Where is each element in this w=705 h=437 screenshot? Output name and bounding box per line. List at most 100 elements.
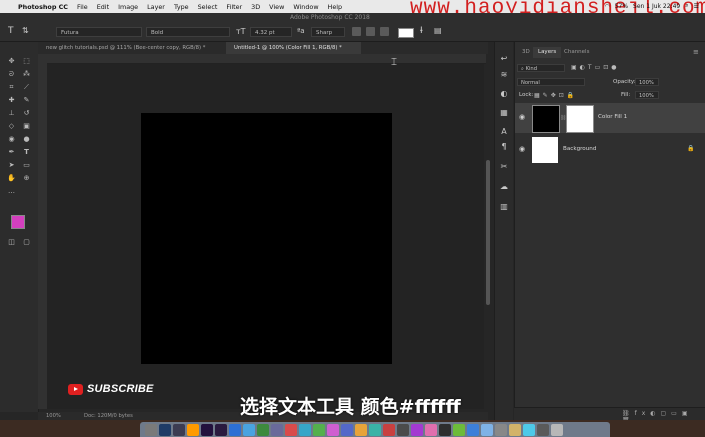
illustrator-icon[interactable] [187, 424, 199, 436]
crop-tool-icon[interactable]: ⌗ [7, 83, 16, 91]
app-icon[interactable] [327, 424, 339, 436]
menu-window[interactable]: Window [293, 3, 318, 11]
blend-mode-select[interactable]: Normal [517, 78, 585, 86]
text-color-swatch[interactable] [398, 28, 414, 38]
app-icon[interactable] [383, 424, 395, 436]
layer-row[interactable]: ◉ ⛓ Color Fill 1 [515, 103, 705, 133]
vertical-scrollbar[interactable] [486, 160, 490, 305]
antialias-select[interactable]: Sharp [311, 27, 345, 37]
bridge-icon[interactable] [173, 424, 185, 436]
tab-channels[interactable]: Channels [559, 47, 594, 58]
warp-text-icon[interactable]: Ɨ [420, 26, 423, 36]
eraser-tool-icon[interactable]: ◇ [7, 122, 16, 130]
layer-thumbnail[interactable] [532, 137, 558, 163]
character-panel-icon[interactable]: ▤ [434, 26, 442, 35]
search-icon[interactable]: ⌕ [685, 2, 688, 10]
app-icon[interactable] [313, 424, 325, 436]
magic-wand-icon[interactable]: ⁂ [22, 70, 31, 78]
premiere-icon[interactable] [215, 424, 227, 436]
eyedropper-icon[interactable]: ⟋ [22, 83, 31, 91]
paragraph-icon[interactable]: ¶ [499, 142, 509, 151]
app-icon[interactable] [467, 424, 479, 436]
visibility-eye-icon[interactable]: ◉ [519, 145, 525, 153]
app-icon[interactable] [355, 424, 367, 436]
tools-options-icon[interactable]: ✂ [499, 162, 509, 171]
layer-name[interactable]: Color Fill 1 [598, 114, 627, 120]
screen-mode-icon[interactable]: ▢ [22, 238, 31, 246]
app-store-icon[interactable] [243, 424, 255, 436]
app-icon[interactable] [425, 424, 437, 436]
edit-toolbar-icon[interactable]: … [7, 187, 16, 195]
tab-glitch-tutorial[interactable]: new glitch tutorials.psd @ 111% (Bee-cen… [38, 42, 222, 54]
font-family-select[interactable]: Futura [56, 27, 142, 37]
brush-tool-icon[interactable]: ✎ [22, 96, 31, 104]
gradient-tool-icon[interactable]: ▣ [22, 122, 31, 130]
lock-icons[interactable]: ▦✎✥⊡🔒 [534, 92, 577, 99]
app-icon[interactable] [271, 424, 283, 436]
type-tool-icon[interactable]: T [8, 26, 14, 36]
menu-layer[interactable]: Layer [147, 3, 165, 11]
zoom-level[interactable]: 100% [46, 412, 61, 420]
text-orientation-icon[interactable]: ⇅ [22, 26, 29, 35]
shape-tool-icon[interactable]: ▭ [22, 161, 31, 169]
app-icon[interactable] [341, 424, 353, 436]
app-icon[interactable] [397, 424, 409, 436]
dodge-tool-icon[interactable]: ● [22, 135, 31, 143]
layer-name[interactable]: Background [563, 146, 596, 152]
menu-3d[interactable]: 3D [251, 3, 260, 11]
font-size-field[interactable]: 4.32 pt [250, 27, 292, 37]
opacity-field[interactable]: 100% [635, 78, 659, 86]
layer-row[interactable]: ◉ Background 🔒 [515, 135, 705, 165]
styles-icon[interactable]: ▦ [499, 108, 509, 117]
menu-filter[interactable]: Filter [226, 3, 242, 11]
visibility-eye-icon[interactable]: ◉ [519, 113, 525, 121]
history-brush-icon[interactable]: ↺ [22, 109, 31, 117]
app-icon[interactable] [285, 424, 297, 436]
healing-brush-icon[interactable]: ✚ [7, 96, 16, 104]
menu-image[interactable]: Image [118, 3, 138, 11]
move-tool-icon[interactable]: ✥ [7, 57, 16, 65]
chrome-icon[interactable] [257, 424, 269, 436]
character-icon[interactable]: A [499, 127, 509, 136]
app-icon[interactable] [411, 424, 423, 436]
fill-field[interactable]: 100% [635, 91, 659, 99]
menu-file[interactable]: File [77, 3, 88, 11]
notification-icon[interactable]: ☰ [694, 3, 699, 10]
app-icon[interactable] [495, 424, 507, 436]
type-tool-icon[interactable]: T [22, 148, 31, 156]
photoshop-icon[interactable] [159, 424, 171, 436]
menu-select[interactable]: Select [198, 3, 218, 11]
app-icon[interactable] [481, 424, 493, 436]
font-style-select[interactable]: Bold [146, 27, 230, 37]
app-name-menu[interactable]: Photoshop CC [18, 3, 68, 11]
after-effects-icon[interactable] [201, 424, 213, 436]
align-center-icon[interactable] [366, 27, 375, 36]
clone-stamp-icon[interactable]: ⊥ [7, 109, 16, 117]
layer-fill-thumbnail[interactable] [532, 105, 560, 133]
clock[interactable]: Sen 1 Juk 22:49 [633, 3, 680, 10]
app-icon[interactable] [299, 424, 311, 436]
wifi-icon[interactable]: ◠ [604, 3, 609, 10]
menu-edit[interactable]: Edit [97, 3, 109, 11]
path-selection-icon[interactable]: ➤ [7, 161, 16, 169]
cloud-icon[interactable]: ☁ [499, 182, 509, 191]
app-icon[interactable] [439, 424, 451, 436]
app-icon[interactable] [509, 424, 521, 436]
quick-mask-icon[interactable]: ◫ [7, 238, 16, 246]
zoom-tool-icon[interactable]: ⊕ [22, 174, 31, 182]
finder-icon[interactable] [145, 424, 157, 436]
menu-help[interactable]: Help [328, 3, 343, 11]
marquee-tool-icon[interactable]: ⬚ [22, 57, 31, 65]
blur-tool-icon[interactable]: ◉ [7, 135, 16, 143]
document-canvas[interactable] [141, 113, 392, 364]
pen-tool-icon[interactable]: ✒ [7, 148, 16, 156]
menu-type[interactable]: Type [174, 3, 189, 11]
foreground-color-swatch[interactable] [11, 215, 25, 229]
libraries-icon[interactable]: ▥ [499, 202, 509, 211]
app-icon[interactable] [537, 424, 549, 436]
app-icon[interactable] [453, 424, 465, 436]
kind-filter-select[interactable]: ⌕ Kind [517, 64, 565, 72]
tab-untitled-1[interactable]: Untitled-1 @ 100% (Color Fill 1, RGB/8) … [226, 42, 361, 54]
filter-type-icons[interactable]: ▣◐T▭⊡● [571, 64, 620, 71]
lasso-tool-icon[interactable]: ᘐ [7, 70, 16, 78]
